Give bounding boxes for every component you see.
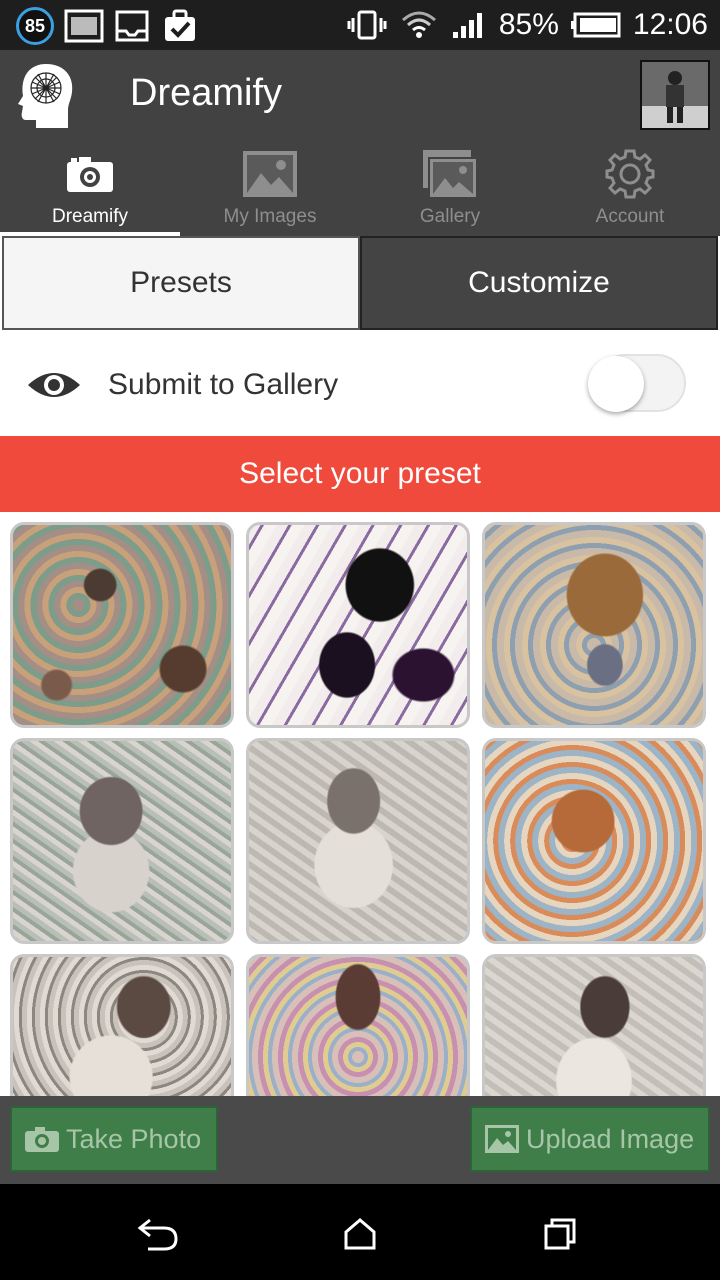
tab-gallery-label: Gallery: [419, 206, 481, 227]
preset-tile[interactable]: [10, 954, 234, 1096]
select-preset-banner: Select your preset: [0, 436, 720, 512]
back-icon: [137, 1218, 178, 1251]
app-title: Dreamify: [130, 72, 283, 114]
camera-icon: [67, 157, 113, 192]
gear-icon: [605, 149, 655, 199]
status-bar: 85 85% 12:06: [0, 0, 720, 50]
app-logo-icon: [18, 64, 73, 128]
gallery-icon: [423, 150, 478, 199]
tab-my-images-label: My Images: [223, 206, 317, 227]
avatar[interactable]: [640, 60, 710, 130]
eye-icon: [28, 373, 80, 397]
tab-dreamify[interactable]: Dreamify: [0, 142, 180, 236]
preset-grid: [0, 512, 720, 1096]
preset-tile[interactable]: [482, 738, 706, 944]
task-notification-icon: [165, 9, 195, 41]
status-right: 85% 12:06: [347, 0, 708, 50]
presets-button[interactable]: Presets: [2, 236, 360, 330]
home-icon: [344, 1218, 376, 1250]
upload-image-button[interactable]: Upload Image: [470, 1106, 710, 1172]
photo-notification-icon: [64, 9, 104, 43]
recents-button[interactable]: [538, 1212, 582, 1256]
submit-toggle-knob[interactable]: [588, 356, 644, 412]
battery-icon: [570, 12, 621, 38]
avatar-person-figure: [642, 62, 708, 128]
back-button[interactable]: [136, 1212, 180, 1256]
wifi-icon: [401, 11, 436, 38]
mode-segmented-control: Presets Customize: [0, 236, 720, 332]
tab-my-images[interactable]: My Images: [180, 142, 360, 236]
preset-tile[interactable]: [246, 522, 470, 728]
battery-percent: 85%: [498, 8, 559, 41]
recents-icon: [544, 1218, 576, 1250]
preset-tile[interactable]: [482, 954, 706, 1096]
take-photo-button[interactable]: Take Photo: [10, 1106, 218, 1172]
preset-tile[interactable]: [482, 522, 706, 728]
tab-gallery[interactable]: Gallery: [360, 142, 540, 236]
preset-tile[interactable]: [10, 738, 234, 944]
signal-icon: [452, 13, 482, 38]
camera-icon: [25, 1127, 59, 1152]
tab-dreamify-label: Dreamify: [51, 206, 128, 227]
clock: 12:06: [632, 8, 708, 41]
image-icon: [485, 1125, 519, 1153]
upload-image-label: Upload Image: [526, 1123, 695, 1154]
action-bar: Take Photo Upload Image: [0, 1096, 720, 1184]
tab-account[interactable]: Account: [540, 142, 720, 236]
submit-to-gallery-row: Submit to Gallery: [0, 334, 720, 436]
notification-count-badge: 85: [16, 7, 54, 45]
vibrate-icon: [347, 10, 387, 40]
preset-tile[interactable]: [10, 522, 234, 728]
customize-button[interactable]: Customize: [360, 236, 718, 330]
image-icon: [243, 151, 297, 197]
submit-to-gallery-label: Submit to Gallery: [108, 368, 339, 401]
home-button[interactable]: [338, 1212, 382, 1256]
preset-tile[interactable]: [246, 954, 470, 1096]
tray-notification-icon: [115, 10, 149, 42]
preset-tile[interactable]: [246, 738, 470, 944]
app-bar: Dreamify: [0, 50, 720, 142]
tab-account-label: Account: [595, 206, 665, 227]
take-photo-label: Take Photo: [66, 1123, 202, 1154]
system-nav-bar: [0, 1184, 720, 1280]
tab-bar: Dreamify My Images Gallery Account: [0, 142, 720, 236]
